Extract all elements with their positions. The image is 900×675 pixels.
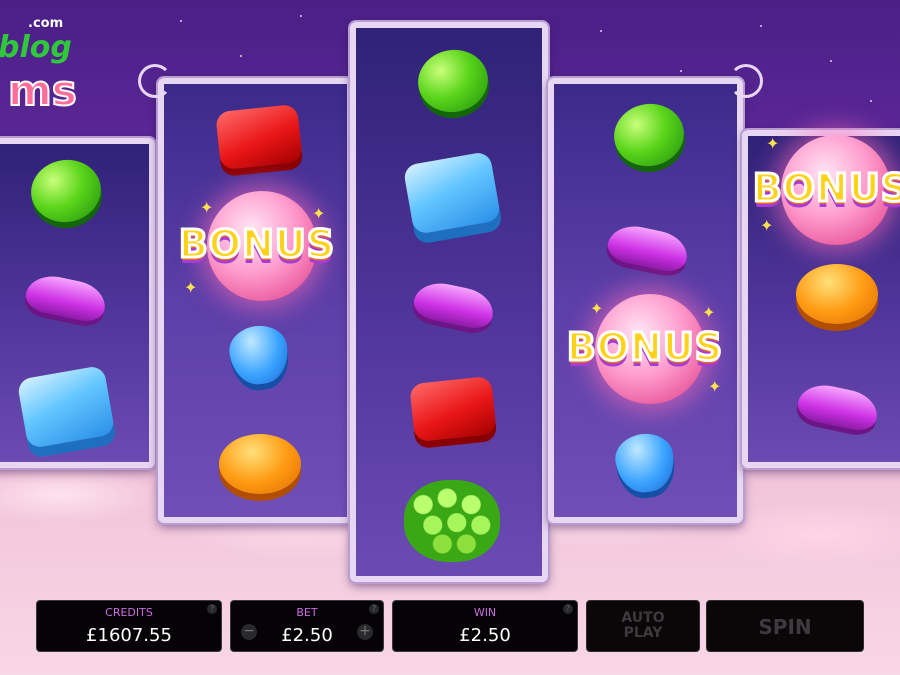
spin-label: SPIN — [758, 615, 812, 639]
symbol-blue-drop — [226, 322, 292, 388]
spin-button[interactable]: SPIN — [706, 600, 864, 652]
sparkle-icon: ✦ — [708, 377, 722, 396]
autoplay-button[interactable]: AUTO PLAY — [586, 600, 700, 652]
symbol-orange-candy — [796, 264, 878, 324]
reel-4: BONUS ✦ ✦ ✦ — [548, 64, 763, 523]
logo-domain-text: .com — [28, 16, 64, 31]
bonus-text: BONUS — [565, 324, 724, 371]
game-logo: .com blog ms — [0, 8, 110, 118]
symbol-red-jelly — [409, 375, 497, 443]
reel-2: BONUS ✦ ✦ ✦ — [138, 64, 353, 523]
symbol-blue-ice-cube — [16, 364, 116, 450]
symbol-blue-drop — [612, 430, 678, 496]
sparkle-icon: ✦ — [184, 278, 198, 297]
credits-label: CREDITS — [105, 606, 153, 619]
sparkle-icon: ✦ — [590, 299, 604, 318]
symbol-purple-bean — [604, 221, 692, 275]
reel-ornament — [729, 64, 763, 98]
symbol-green-candy — [609, 98, 689, 172]
credits-value: £1607.55 — [86, 625, 172, 646]
symbol-bonus: BONUS ✦ ✦ ✦ — [172, 186, 342, 306]
symbol-green-candy — [413, 44, 493, 118]
bet-label: BET — [296, 606, 318, 619]
reel-ornament — [138, 64, 172, 98]
symbol-green-berry — [404, 480, 500, 562]
symbol-bonus: BONUS ✦ ✦ ✦ — [560, 289, 730, 409]
help-icon[interactable]: ? — [207, 604, 217, 614]
sparkle-icon: ✦ — [766, 134, 780, 153]
bet-panel: BET £2.50 − + ? — [230, 600, 384, 652]
help-icon[interactable]: ? — [369, 604, 379, 614]
sparkle-icon: ✦ — [760, 216, 774, 235]
reel-3 — [350, 22, 548, 582]
reel-5: BONUS ✦ ✦ — [742, 130, 900, 468]
credits-panel: CREDITS £1607.55 ? — [36, 600, 222, 652]
logo-brand-top: blog — [0, 30, 72, 65]
sparkle-icon: ✦ — [200, 198, 214, 217]
symbol-red-jelly — [215, 103, 303, 171]
symbol-blue-ice-cube — [402, 150, 502, 236]
logo-brand-bottom: ms — [7, 65, 78, 116]
bonus-text: BONUS — [177, 221, 336, 268]
autoplay-label-line2: PLAY — [623, 625, 663, 641]
symbol-purple-bean — [22, 271, 110, 325]
symbol-purple-bean — [794, 380, 882, 434]
sparkle-icon: ✦ — [312, 204, 326, 223]
symbol-orange-candy — [219, 434, 301, 494]
autoplay-label-line1: AUTO — [621, 610, 665, 626]
win-label: WIN — [473, 606, 497, 619]
symbol-green-candy — [26, 154, 106, 228]
symbol-purple-bean — [410, 278, 498, 332]
reel-1 — [0, 138, 155, 468]
win-panel: WIN £2.50 ? — [392, 600, 578, 652]
bonus-text: BONUS — [751, 165, 900, 212]
sparkle-icon: ✦ — [702, 303, 716, 322]
help-icon[interactable]: ? — [563, 604, 573, 614]
bet-decrease-button[interactable]: − — [241, 624, 257, 640]
symbol-bonus: BONUS ✦ ✦ — [746, 130, 900, 250]
bet-increase-button[interactable]: + — [357, 624, 373, 640]
win-value: £2.50 — [459, 625, 511, 646]
